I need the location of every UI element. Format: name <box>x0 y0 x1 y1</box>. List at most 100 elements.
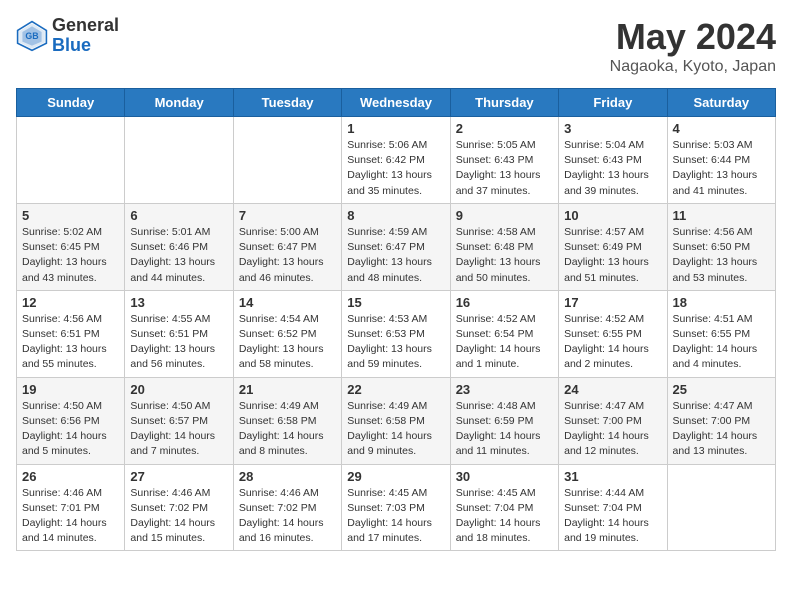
weekday-header: Friday <box>559 89 667 117</box>
month-title: May 2024 <box>610 16 776 58</box>
logo-blue: Blue <box>52 36 119 56</box>
day-info: Sunrise: 4:56 AM Sunset: 6:50 PM Dayligh… <box>673 225 770 286</box>
weekday-header: Thursday <box>450 89 558 117</box>
calendar-cell: 31 Sunrise: 4:44 AM Sunset: 7:04 PM Dayli… <box>559 464 667 551</box>
day-info: Sunrise: 4:45 AM Sunset: 7:04 PM Dayligh… <box>456 486 553 547</box>
calendar-cell: 9 Sunrise: 4:58 AM Sunset: 6:48 PM Daylig… <box>450 203 558 290</box>
calendar-cell: 8Sunrise: 4:59 AM Sunset: 6:47 PM Daylig… <box>342 203 450 290</box>
day-info: Sunrise: 4:46 AM Sunset: 7:02 PM Dayligh… <box>239 486 336 547</box>
logo-text: General Blue <box>52 16 119 56</box>
day-number: 31 <box>564 469 661 484</box>
day-info: Sunrise: 4:46 AM Sunset: 7:01 PM Dayligh… <box>22 486 119 547</box>
calendar-cell: 17Sunrise: 4:52 AM Sunset: 6:55 PM Dayli… <box>559 290 667 377</box>
day-info: Sunrise: 5:02 AM Sunset: 6:45 PM Dayligh… <box>22 225 119 286</box>
day-info: Sunrise: 4:55 AM Sunset: 6:51 PM Dayligh… <box>130 312 227 373</box>
calendar-cell: 16Sunrise: 4:52 AM Sunset: 6:54 PM Dayli… <box>450 290 558 377</box>
calendar-cell: 19 Sunrise: 4:50 AM Sunset: 6:56 PM Dayli… <box>17 377 125 464</box>
calendar-week-row: 1 Sunrise: 5:06 AM Sunset: 6:42 PM Daylig… <box>17 117 776 204</box>
day-number: 14 <box>239 295 336 310</box>
calendar-cell: 10 Sunrise: 4:57 AM Sunset: 6:49 PM Dayli… <box>559 203 667 290</box>
calendar-week-row: 12 Sunrise: 4:56 AM Sunset: 6:51 PM Dayli… <box>17 290 776 377</box>
day-info: Sunrise: 4:53 AM Sunset: 6:53 PM Dayligh… <box>347 312 444 373</box>
day-number: 19 <box>22 382 119 397</box>
day-number: 4 <box>673 121 770 136</box>
day-number: 21 <box>239 382 336 397</box>
weekday-header: Tuesday <box>233 89 341 117</box>
calendar-cell: 15 Sunrise: 4:53 AM Sunset: 6:53 PM Dayli… <box>342 290 450 377</box>
calendar-week-row: 26 Sunrise: 4:46 AM Sunset: 7:01 PM Dayli… <box>17 464 776 551</box>
calendar-cell: 20 Sunrise: 4:50 AM Sunset: 6:57 PM Dayli… <box>125 377 233 464</box>
weekday-header: Sunday <box>17 89 125 117</box>
day-info: Sunrise: 4:56 AM Sunset: 6:51 PM Dayligh… <box>22 312 119 373</box>
calendar-cell: 21 Sunrise: 4:49 AM Sunset: 6:58 PM Dayli… <box>233 377 341 464</box>
day-info: Sunrise: 5:03 AM Sunset: 6:44 PM Dayligh… <box>673 138 770 199</box>
day-number: 29 <box>347 469 444 484</box>
day-info: Sunrise: 4:50 AM Sunset: 6:57 PM Dayligh… <box>130 399 227 460</box>
calendar-cell: 13Sunrise: 4:55 AM Sunset: 6:51 PM Dayli… <box>125 290 233 377</box>
calendar-week-row: 19 Sunrise: 4:50 AM Sunset: 6:56 PM Dayli… <box>17 377 776 464</box>
day-number: 18 <box>673 295 770 310</box>
day-info: Sunrise: 5:00 AM Sunset: 6:47 PM Dayligh… <box>239 225 336 286</box>
day-info: Sunrise: 4:50 AM Sunset: 6:56 PM Dayligh… <box>22 399 119 460</box>
day-info: Sunrise: 5:04 AM Sunset: 6:43 PM Dayligh… <box>564 138 661 199</box>
logo: GB General Blue <box>16 16 119 56</box>
day-number: 5 <box>22 208 119 223</box>
day-number: 28 <box>239 469 336 484</box>
calendar-cell: 30 Sunrise: 4:45 AM Sunset: 7:04 PM Dayli… <box>450 464 558 551</box>
day-info: Sunrise: 4:47 AM Sunset: 7:00 PM Dayligh… <box>673 399 770 460</box>
day-number: 15 <box>347 295 444 310</box>
calendar-cell: 11Sunrise: 4:56 AM Sunset: 6:50 PM Dayli… <box>667 203 775 290</box>
calendar-cell: 1 Sunrise: 5:06 AM Sunset: 6:42 PM Daylig… <box>342 117 450 204</box>
calendar-cell: 22Sunrise: 4:49 AM Sunset: 6:58 PM Dayli… <box>342 377 450 464</box>
day-info: Sunrise: 4:48 AM Sunset: 6:59 PM Dayligh… <box>456 399 553 460</box>
day-number: 25 <box>673 382 770 397</box>
calendar-cell <box>233 117 341 204</box>
day-info: Sunrise: 4:58 AM Sunset: 6:48 PM Dayligh… <box>456 225 553 286</box>
day-info: Sunrise: 5:01 AM Sunset: 6:46 PM Dayligh… <box>130 225 227 286</box>
calendar-cell: 18 Sunrise: 4:51 AM Sunset: 6:55 PM Dayli… <box>667 290 775 377</box>
day-number: 7 <box>239 208 336 223</box>
calendar-cell <box>125 117 233 204</box>
page-header: GB General Blue May 2024 Nagaoka, Kyoto,… <box>16 16 776 76</box>
day-info: Sunrise: 4:49 AM Sunset: 6:58 PM Dayligh… <box>239 399 336 460</box>
calendar-week-row: 5 Sunrise: 5:02 AM Sunset: 6:45 PM Daylig… <box>17 203 776 290</box>
day-number: 30 <box>456 469 553 484</box>
location-title: Nagaoka, Kyoto, Japan <box>610 58 776 76</box>
day-info: Sunrise: 4:51 AM Sunset: 6:55 PM Dayligh… <box>673 312 770 373</box>
day-info: Sunrise: 5:06 AM Sunset: 6:42 PM Dayligh… <box>347 138 444 199</box>
calendar-cell: 12 Sunrise: 4:56 AM Sunset: 6:51 PM Dayli… <box>17 290 125 377</box>
day-number: 10 <box>564 208 661 223</box>
day-info: Sunrise: 5:05 AM Sunset: 6:43 PM Dayligh… <box>456 138 553 199</box>
day-number: 12 <box>22 295 119 310</box>
day-number: 6 <box>130 208 227 223</box>
calendar-cell: 7 Sunrise: 5:00 AM Sunset: 6:47 PM Daylig… <box>233 203 341 290</box>
day-info: Sunrise: 4:59 AM Sunset: 6:47 PM Dayligh… <box>347 225 444 286</box>
weekday-header: Monday <box>125 89 233 117</box>
logo-icon: GB <box>16 20 48 52</box>
day-number: 26 <box>22 469 119 484</box>
calendar-cell: 24Sunrise: 4:47 AM Sunset: 7:00 PM Dayli… <box>559 377 667 464</box>
day-info: Sunrise: 4:44 AM Sunset: 7:04 PM Dayligh… <box>564 486 661 547</box>
day-number: 27 <box>130 469 227 484</box>
day-info: Sunrise: 4:52 AM Sunset: 6:54 PM Dayligh… <box>456 312 553 373</box>
calendar-cell: 23 Sunrise: 4:48 AM Sunset: 6:59 PM Dayli… <box>450 377 558 464</box>
day-number: 23 <box>456 382 553 397</box>
day-number: 2 <box>456 121 553 136</box>
day-number: 20 <box>130 382 227 397</box>
calendar-cell: 26 Sunrise: 4:46 AM Sunset: 7:01 PM Dayli… <box>17 464 125 551</box>
day-number: 9 <box>456 208 553 223</box>
day-info: Sunrise: 4:57 AM Sunset: 6:49 PM Dayligh… <box>564 225 661 286</box>
weekday-header: Saturday <box>667 89 775 117</box>
svg-text:GB: GB <box>25 31 38 41</box>
calendar-cell: 28 Sunrise: 4:46 AM Sunset: 7:02 PM Dayli… <box>233 464 341 551</box>
calendar-cell: 14Sunrise: 4:54 AM Sunset: 6:52 PM Dayli… <box>233 290 341 377</box>
day-number: 1 <box>347 121 444 136</box>
calendar-cell: 6 Sunrise: 5:01 AM Sunset: 6:46 PM Daylig… <box>125 203 233 290</box>
day-info: Sunrise: 4:49 AM Sunset: 6:58 PM Dayligh… <box>347 399 444 460</box>
weekday-header: Wednesday <box>342 89 450 117</box>
calendar-cell: 2 Sunrise: 5:05 AM Sunset: 6:43 PM Daylig… <box>450 117 558 204</box>
calendar-cell: 27Sunrise: 4:46 AM Sunset: 7:02 PM Dayli… <box>125 464 233 551</box>
calendar-cell <box>667 464 775 551</box>
day-info: Sunrise: 4:45 AM Sunset: 7:03 PM Dayligh… <box>347 486 444 547</box>
day-info: Sunrise: 4:47 AM Sunset: 7:00 PM Dayligh… <box>564 399 661 460</box>
